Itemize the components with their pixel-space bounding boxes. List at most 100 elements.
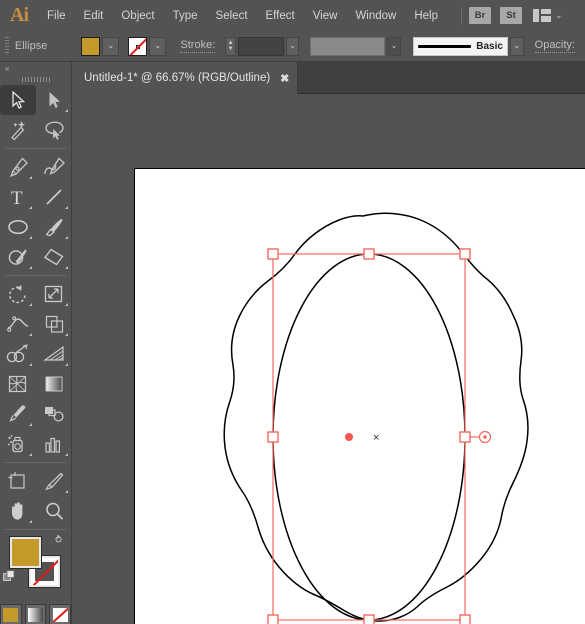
- tool-symbol-sprayer[interactable]: [0, 429, 36, 459]
- menu-edit[interactable]: Edit: [75, 0, 113, 31]
- tool-curvature[interactable]: [36, 152, 72, 182]
- tool-shaper[interactable]: [0, 242, 36, 272]
- menu-window[interactable]: Window: [346, 0, 405, 31]
- tool-column-graph[interactable]: [36, 429, 72, 459]
- pen-nib-icon: [9, 157, 28, 177]
- chevron-down-icon: ⌄: [154, 41, 162, 50]
- ellipse-path: [272, 253, 466, 621]
- tool-paintbrush[interactable]: [36, 212, 72, 242]
- menu-help[interactable]: Help: [405, 0, 447, 31]
- tool-magic-wand[interactable]: [0, 115, 36, 145]
- shape-builder-icon: [6, 344, 28, 363]
- tool-eraser[interactable]: [36, 242, 72, 272]
- stroke-weight-label[interactable]: Stroke:: [180, 39, 216, 53]
- type-icon: T: [11, 188, 23, 207]
- tool-eyedropper[interactable]: [0, 399, 36, 429]
- tools-panel-grip[interactable]: [0, 74, 71, 85]
- canvas-area[interactable]: ×: [72, 94, 585, 624]
- tool-slice[interactable]: [36, 466, 72, 496]
- tool-ellipse[interactable]: [0, 212, 36, 242]
- tool-type[interactable]: T: [0, 182, 36, 212]
- brush-definition-dropdown-button[interactable]: ⌄: [509, 36, 524, 56]
- color-mode-gradient[interactable]: [24, 604, 47, 624]
- swap-fill-stroke-icon[interactable]: ⥁: [55, 535, 62, 546]
- tool-mesh[interactable]: [0, 369, 36, 399]
- control-bar-grip[interactable]: [5, 37, 9, 55]
- rotate-widget-inner: [483, 435, 487, 439]
- ellipse-icon: [8, 219, 28, 235]
- tool-line-segment[interactable]: [36, 182, 72, 212]
- tools-panel: « T ⥁: [0, 62, 72, 624]
- direct-selection-arrow-icon: [49, 91, 60, 108]
- menu-effect[interactable]: Effect: [257, 0, 304, 31]
- artboard[interactable]: ×: [134, 168, 585, 624]
- tool-zoom[interactable]: [36, 496, 72, 526]
- document-tab-title: Untitled-1* @ 66.67% (RGB/Outline): [84, 72, 271, 84]
- chevron-down-icon: ⌄: [107, 41, 115, 50]
- tool-shape-builder[interactable]: [0, 339, 36, 369]
- selection-arrow-icon: [11, 90, 25, 109]
- stroke-control[interactable]: ⌄: [128, 36, 167, 56]
- tool-direct-selection[interactable]: [36, 85, 72, 115]
- eraser-icon: [43, 248, 64, 266]
- color-mode-solid[interactable]: [0, 604, 22, 624]
- app-logo: Ai: [10, 4, 29, 26]
- variable-width-dropdown-button[interactable]: ⌄: [387, 36, 401, 56]
- color-mode-none[interactable]: [49, 604, 72, 624]
- chevron-down-icon: ⌄: [390, 41, 398, 50]
- artwork-svg: ×: [223, 212, 529, 624]
- close-icon[interactable]: ✖: [280, 72, 289, 85]
- rough-circle-path: [223, 212, 529, 622]
- stroke-dropdown-button[interactable]: ⌄: [149, 36, 167, 56]
- fill-control[interactable]: ⌄: [81, 36, 120, 56]
- tool-artboard[interactable]: [0, 466, 36, 496]
- stock-button[interactable]: St: [500, 7, 522, 24]
- tool-blend[interactable]: [36, 399, 72, 429]
- selection-bounding-box: [272, 253, 466, 621]
- brush-definition-box[interactable]: Basic: [412, 36, 508, 56]
- menu-object[interactable]: Object: [112, 0, 163, 31]
- tool-width[interactable]: [0, 309, 36, 339]
- tools-grid-2: T: [0, 152, 71, 272]
- menu-view[interactable]: View: [304, 0, 347, 31]
- artboard-icon: [8, 472, 25, 489]
- variable-width-profile-input[interactable]: [310, 36, 386, 56]
- document-tab[interactable]: Untitled-1* @ 66.67% (RGB/Outline) ✖: [72, 62, 299, 94]
- svg-text:T: T: [11, 188, 23, 207]
- menu-select[interactable]: Select: [207, 0, 257, 31]
- tools-divider-2: [5, 275, 66, 276]
- chevron-down-icon: ⌄: [289, 41, 296, 50]
- stroke-weight-input[interactable]: [237, 36, 284, 56]
- tool-gradient[interactable]: [36, 369, 72, 399]
- tool-scale[interactable]: [36, 279, 72, 309]
- tool-lasso[interactable]: [36, 115, 72, 145]
- stroke-weight-dropdown-button[interactable]: ⌄: [285, 36, 300, 56]
- fill-swatch[interactable]: [81, 36, 101, 56]
- tool-rotate[interactable]: [0, 279, 36, 309]
- tool-free-transform[interactable]: [36, 309, 72, 339]
- free-transform-icon: [45, 315, 63, 333]
- fill-dropdown-button[interactable]: ⌄: [102, 36, 120, 56]
- shaper-icon: [8, 249, 27, 265]
- handle-top-left: [267, 248, 279, 260]
- opacity-label[interactable]: Opacity:: [534, 39, 575, 53]
- fill-color-indicator[interactable]: [9, 536, 42, 569]
- cursor-mark: ×: [373, 432, 379, 444]
- stroke-weight-stepper[interactable]: ▲ ▼: [225, 36, 236, 56]
- menu-type[interactable]: Type: [164, 0, 207, 31]
- default-fill-stroke-icon[interactable]: [3, 570, 15, 582]
- tool-pen[interactable]: [0, 152, 36, 182]
- tools-grid-3: [0, 279, 71, 459]
- tool-selection[interactable]: [0, 85, 36, 115]
- hand-icon: [11, 502, 22, 520]
- tool-perspective-grid[interactable]: [36, 339, 72, 369]
- workspace-switcher-button[interactable]: ⌄: [533, 9, 563, 22]
- perspective-grid-icon: [43, 345, 64, 361]
- menu-file[interactable]: File: [38, 0, 75, 31]
- stroke-swatch[interactable]: [128, 36, 148, 56]
- tool-hand[interactable]: [0, 496, 36, 526]
- rotate-icon: [9, 285, 26, 304]
- bridge-button[interactable]: Br: [469, 7, 491, 24]
- color-mode-row: [0, 604, 72, 624]
- collapse-panel-icon[interactable]: «: [5, 64, 10, 73]
